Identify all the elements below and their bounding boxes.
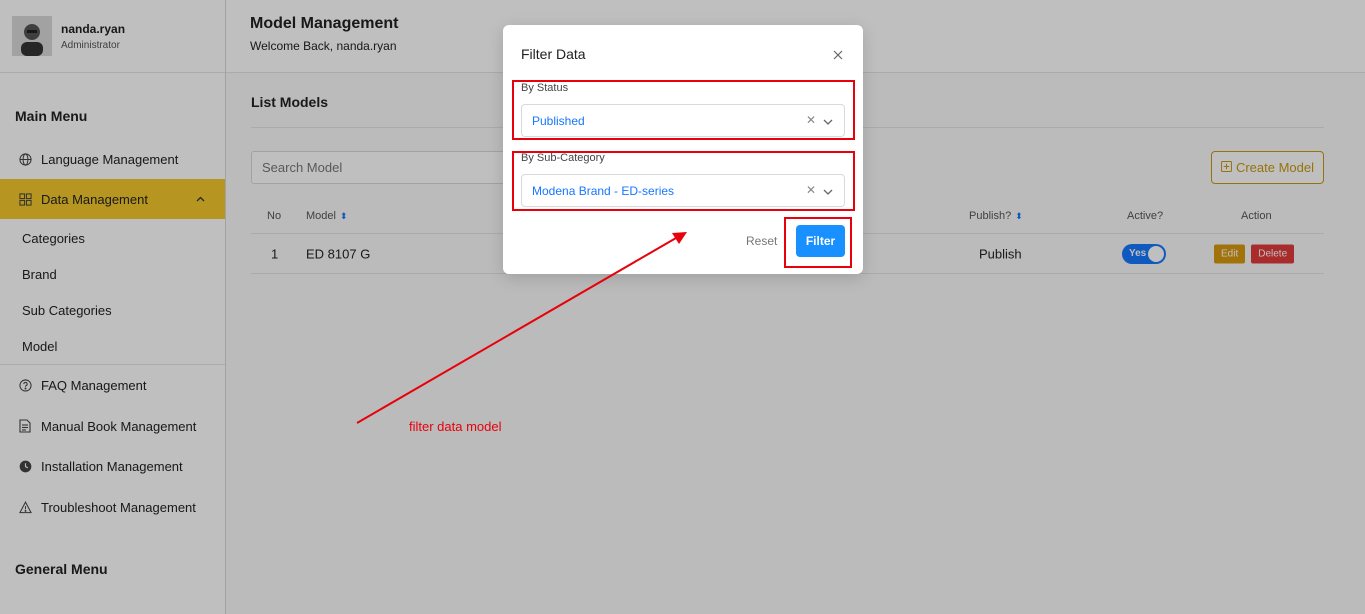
annotation-text: filter data model <box>409 419 502 434</box>
annotation-arrow <box>356 232 687 424</box>
